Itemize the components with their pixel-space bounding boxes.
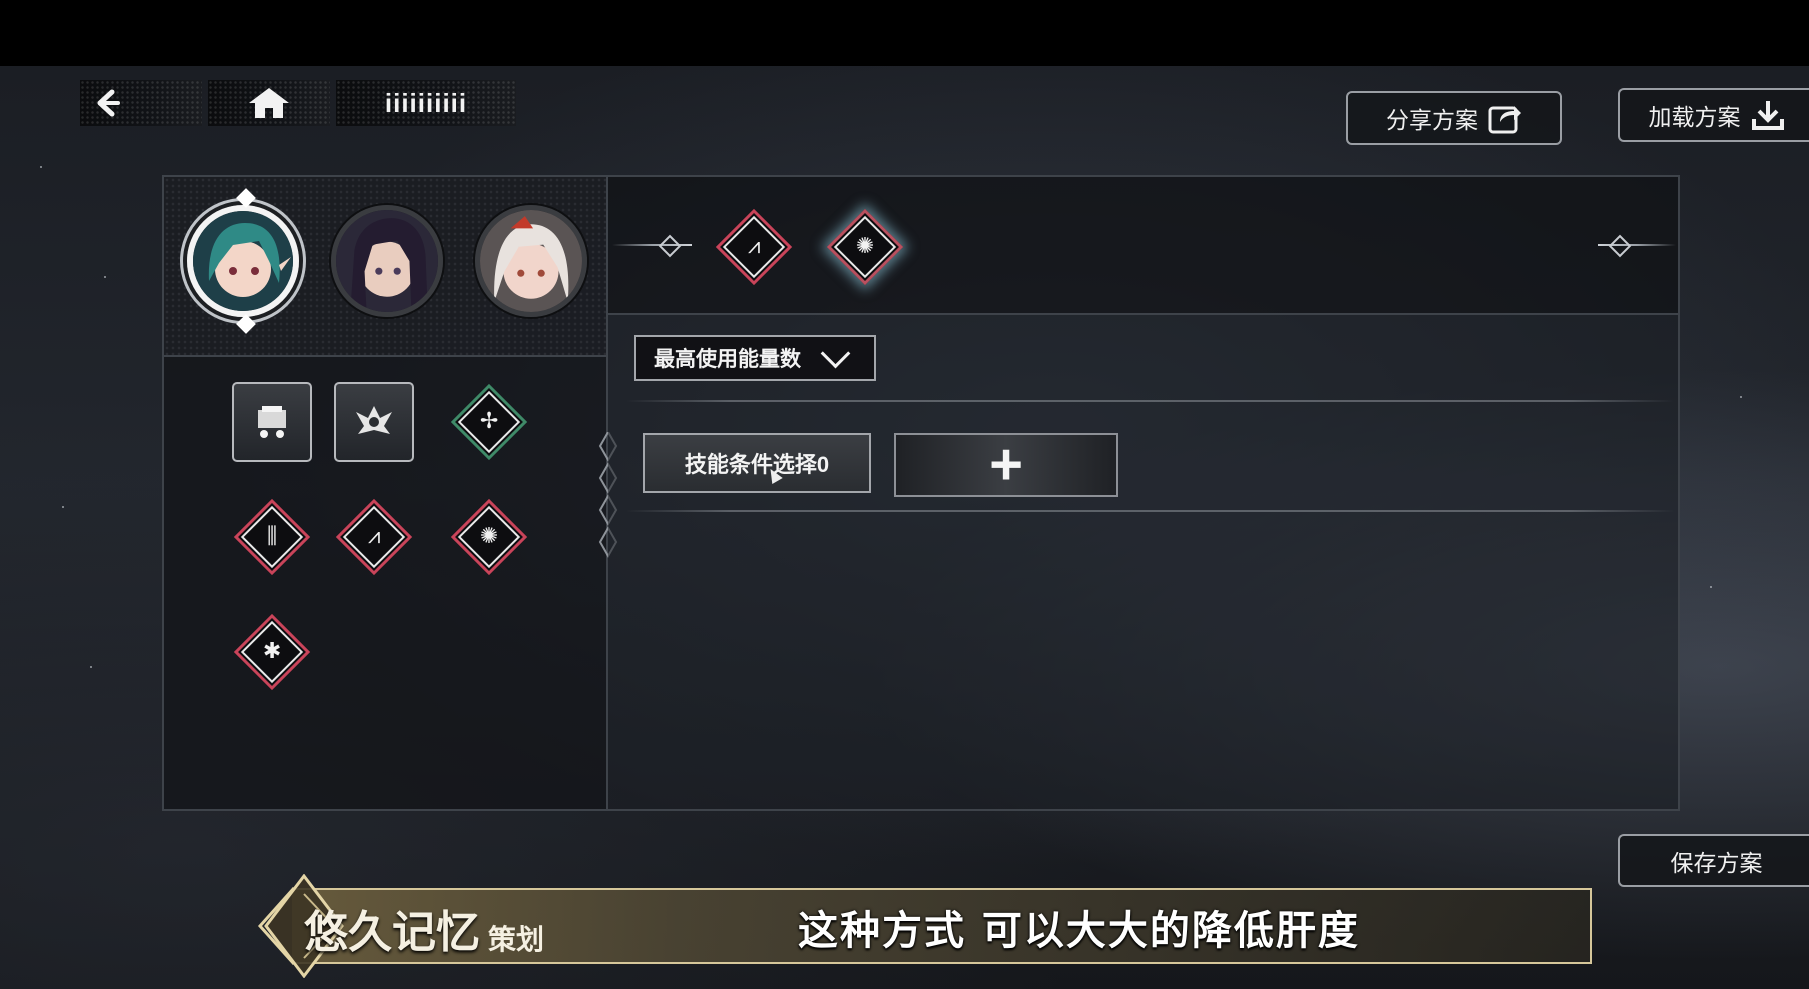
speaker-name: 悠久记忆 [304, 907, 480, 958]
load-plan-button[interactable]: 加载方案 [1618, 88, 1809, 142]
energy-filter-value: 最高使用能量数 [654, 348, 801, 371]
bg-star [104, 276, 106, 278]
back-arrow-icon [97, 89, 120, 117]
speaker-role: 策划 [488, 923, 545, 956]
bg-star [1740, 396, 1742, 398]
skill-condition-label: 技能条件选择0 [684, 452, 830, 477]
radiant-summon-icon: ✺ [479, 524, 499, 549]
divider [626, 400, 1674, 402]
selected-skill-1[interactable]: ⩘ [714, 207, 794, 287]
character-avatar-3[interactable] [475, 205, 587, 317]
slash-combo-icon: ⩘ [367, 523, 381, 549]
selected-skill-bar: ⩘ ✺ [608, 177, 1678, 315]
wing-crest-icon [356, 406, 392, 434]
skill-beetle[interactable]: ✱ [232, 612, 312, 692]
left-ornament-icon [658, 234, 682, 258]
character-selector [164, 177, 606, 357]
back-button[interactable] [80, 80, 202, 126]
selected-marker-icon [236, 314, 256, 334]
energy-filter-dropdown[interactable]: 最高使用能量数 [634, 335, 876, 381]
share-plan-button[interactable]: 分享方案 [1346, 91, 1562, 145]
bg-star [40, 166, 42, 168]
share-plan-label: 分享方案 [1386, 107, 1478, 133]
bg-star [62, 506, 64, 508]
bg-star [1710, 586, 1712, 588]
skill-wing-crest[interactable] [334, 382, 414, 462]
skill-config-panel: ⩘ ✺ [608, 175, 1680, 811]
character-portrait-1 [193, 211, 293, 311]
home-button[interactable] [208, 80, 330, 126]
add-condition-button[interactable]: + [894, 433, 1118, 497]
skill-burst-heal[interactable]: ✢ [449, 382, 529, 462]
slash-combo-icon: ⩘ [747, 233, 761, 259]
skill-radiant-summon[interactable]: ✺ [449, 497, 529, 577]
character-skill-panel: ✢ ⫼ ⩘ ✺ ✱ [162, 175, 608, 811]
character-portrait-3 [480, 210, 582, 312]
page-title: iiiiiiiiii [336, 80, 516, 126]
right-ornament-icon [1608, 234, 1632, 258]
subtitle-bar: 悠久记忆 策划 这种方式 可以大大的降低肝度 [248, 874, 1596, 978]
bg-star [90, 666, 92, 668]
skill-rain-strike[interactable]: ⫼ [232, 497, 312, 577]
download-icon [1751, 101, 1784, 130]
share-icon [1488, 106, 1521, 134]
character-avatar-2[interactable] [331, 205, 443, 317]
rain-strike-icon: ⫼ [266, 524, 278, 549]
burst-heal-icon: ✢ [479, 409, 499, 434]
item-box-icon [258, 406, 286, 438]
save-plan-label: 保存方案 [1670, 849, 1763, 876]
character-avatar-1[interactable] [187, 205, 299, 317]
plus-icon: + [989, 432, 1023, 497]
chevron-down-icon [820, 338, 851, 368]
save-plan-button[interactable]: 保存方案 [1618, 834, 1809, 887]
radiant-summon-icon: ✺ [855, 234, 875, 259]
skill-slash-combo[interactable]: ⩘ [334, 497, 414, 577]
top-nav: iiiiiiiiii [80, 80, 516, 126]
skill-condition-button[interactable]: 技能条件选择0 [643, 433, 871, 493]
beetle-icon: ✱ [262, 639, 282, 664]
subtitle-text: 这种方式 可以大大的降低肝度 [798, 908, 1360, 954]
selected-skill-2[interactable]: ✺ [825, 207, 905, 287]
load-plan-label: 加载方案 [1648, 104, 1741, 130]
divider [626, 510, 1674, 512]
home-icon [249, 88, 289, 118]
skill-item-box[interactable] [232, 382, 312, 462]
character-portrait-2 [336, 210, 438, 312]
